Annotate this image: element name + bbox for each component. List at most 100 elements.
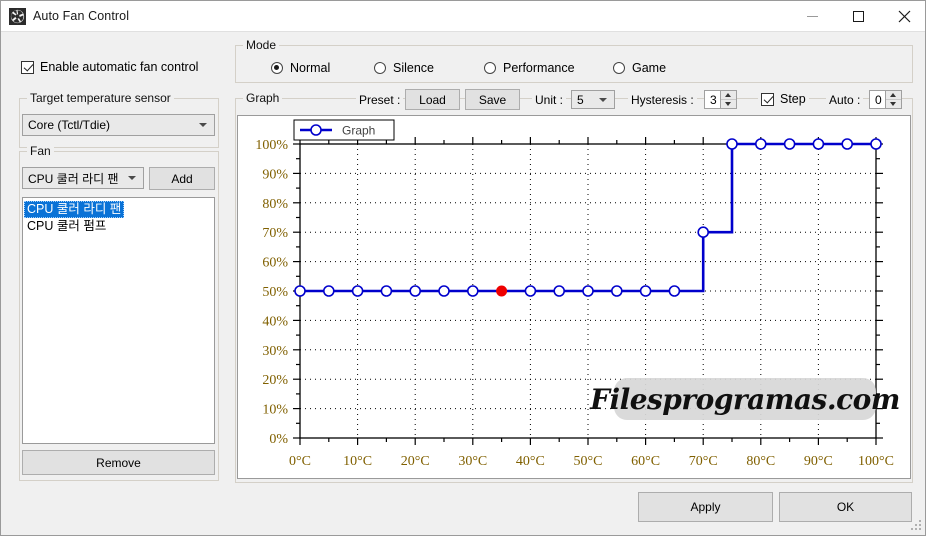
svg-text:10%: 10% bbox=[262, 403, 288, 418]
preset-label: Preset : bbox=[356, 93, 404, 107]
apply-label: Apply bbox=[690, 500, 721, 514]
svg-text:90°C: 90°C bbox=[804, 454, 833, 469]
svg-text:10°C: 10°C bbox=[343, 454, 372, 469]
fan-list[interactable]: CPU 쿨러 라디 팬 CPU 쿨러 펌프 bbox=[22, 197, 215, 444]
stepper-arrows[interactable] bbox=[720, 91, 736, 108]
chevron-up-icon bbox=[890, 93, 896, 97]
chevron-down-icon bbox=[199, 123, 207, 127]
preset-save-button[interactable]: Save bbox=[465, 89, 520, 110]
list-item[interactable]: CPU 쿨러 라디 팬 bbox=[24, 200, 214, 218]
fan-list-item-1: CPU 쿨러 펌프 bbox=[27, 219, 107, 233]
radio-circle bbox=[374, 62, 386, 74]
fan-group-label: Fan bbox=[27, 144, 54, 158]
resize-grip[interactable] bbox=[910, 520, 922, 532]
checkbox-box bbox=[21, 60, 34, 74]
radio-circle bbox=[271, 62, 283, 74]
svg-text:40%: 40% bbox=[262, 314, 288, 329]
radio-circle bbox=[613, 62, 625, 74]
stepper-down[interactable] bbox=[721, 100, 736, 108]
minimize-button[interactable] bbox=[789, 1, 835, 31]
graph-group-label: Graph bbox=[243, 91, 283, 105]
auto-fan-control-window: Auto Fan Control Enable automatic fan co… bbox=[0, 0, 926, 536]
hysteresis-value: 3 bbox=[710, 92, 717, 107]
svg-text:70°C: 70°C bbox=[689, 454, 718, 469]
hysteresis-label: Hysteresis : bbox=[628, 93, 697, 107]
mode-radio-silence[interactable]: Silence bbox=[374, 61, 434, 75]
mode-group-label: Mode bbox=[243, 38, 280, 52]
ok-button[interactable]: OK bbox=[779, 492, 912, 522]
svg-text:100°C: 100°C bbox=[858, 454, 894, 469]
list-item[interactable]: CPU 쿨러 펌프 bbox=[24, 218, 214, 235]
remove-fan-button[interactable]: Remove bbox=[22, 450, 215, 475]
mode-radio-game[interactable]: Game bbox=[613, 61, 666, 75]
svg-text:Graph: Graph bbox=[342, 124, 375, 138]
auto-label: Auto : bbox=[826, 93, 864, 107]
step-label: Step bbox=[780, 92, 806, 106]
fan-list-item-0: CPU 쿨러 라디 팬 bbox=[24, 201, 125, 218]
svg-text:20°C: 20°C bbox=[401, 454, 430, 469]
unit-select[interactable]: 5 bbox=[571, 90, 615, 109]
maximize-button[interactable] bbox=[835, 1, 881, 31]
auto-value: 0 bbox=[875, 92, 882, 107]
svg-text:90%: 90% bbox=[262, 167, 288, 182]
fan-select[interactable]: CPU 쿨러 라디 팬 bbox=[22, 167, 144, 189]
add-fan-button[interactable]: Add bbox=[149, 167, 215, 190]
svg-text:70%: 70% bbox=[262, 226, 288, 241]
svg-text:50°C: 50°C bbox=[574, 454, 603, 469]
mode-radio-normal[interactable]: Normal bbox=[271, 61, 330, 75]
fan-selected-value: CPU 쿨러 라디 팬 bbox=[28, 171, 119, 186]
enable-auto-fan-checkbox[interactable]: Enable automatic fan control bbox=[21, 60, 198, 74]
checkbox-box bbox=[761, 92, 774, 106]
step-checkbox[interactable]: Step bbox=[758, 92, 809, 106]
chevron-down-icon bbox=[725, 102, 731, 106]
preset-load-button[interactable]: Load bbox=[405, 89, 460, 110]
remove-fan-label: Remove bbox=[96, 455, 141, 470]
unit-value: 5 bbox=[577, 92, 584, 107]
stepper-arrows[interactable] bbox=[885, 91, 901, 108]
chevron-down-icon bbox=[599, 97, 607, 102]
mode-label-normal: Normal bbox=[290, 61, 331, 75]
mode-label-game: Game bbox=[632, 61, 667, 75]
preset-load-label: Load bbox=[419, 92, 446, 107]
title-bar: Auto Fan Control bbox=[1, 1, 925, 32]
mode-label-performance: Performance bbox=[503, 61, 575, 75]
mode-label-silence: Silence bbox=[393, 61, 434, 75]
mode-radio-performance[interactable]: Performance bbox=[484, 61, 575, 75]
svg-text:50%: 50% bbox=[262, 285, 288, 300]
add-fan-label: Add bbox=[171, 171, 193, 186]
minimize-icon bbox=[806, 15, 818, 17]
svg-text:0°C: 0°C bbox=[289, 454, 311, 469]
target-temperature-sensor-select[interactable]: Core (Tctl/Tdie) bbox=[22, 114, 215, 136]
hysteresis-stepper[interactable]: 3 bbox=[704, 90, 737, 109]
stepper-down[interactable] bbox=[886, 100, 901, 108]
sensor-selected-value: Core (Tctl/Tdie) bbox=[28, 118, 111, 132]
fan-icon bbox=[9, 8, 26, 25]
enable-auto-fan-label: Enable automatic fan control bbox=[40, 60, 199, 74]
chevron-up-icon bbox=[725, 93, 731, 97]
ok-label: OK bbox=[836, 500, 855, 514]
maximize-icon bbox=[852, 10, 864, 22]
target-temperature-sensor-label: Target temperature sensor bbox=[27, 91, 174, 105]
radio-circle bbox=[484, 62, 496, 74]
close-icon bbox=[898, 10, 910, 22]
unit-label: Unit : bbox=[532, 93, 567, 107]
svg-text:80%: 80% bbox=[262, 197, 288, 212]
svg-text:20%: 20% bbox=[262, 373, 288, 388]
stepper-up[interactable] bbox=[886, 91, 901, 100]
svg-text:80°C: 80°C bbox=[746, 454, 775, 469]
window-title: Auto Fan Control bbox=[33, 9, 130, 23]
svg-text:40°C: 40°C bbox=[516, 454, 545, 469]
svg-text:60°C: 60°C bbox=[631, 454, 660, 469]
stepper-up[interactable] bbox=[721, 91, 736, 100]
close-button[interactable] bbox=[881, 1, 926, 31]
svg-text:100%: 100% bbox=[255, 138, 288, 153]
apply-button[interactable]: Apply bbox=[638, 492, 773, 522]
preset-save-label: Save bbox=[478, 92, 507, 107]
fan-curve-plot[interactable]: 0% 10% 20% 30% 40% 50% 60% 70% 80% 90% 100% 0°C 10°C… bbox=[238, 116, 910, 478]
auto-stepper[interactable]: 0 bbox=[869, 90, 902, 109]
chevron-down-icon bbox=[128, 176, 136, 180]
fan-curve-chart[interactable]: 0% 10% 20% 30% 40% 50% 60% 70% 80% 90% 100% 0°C 10°C… bbox=[237, 115, 911, 479]
svg-text:30°C: 30°C bbox=[458, 454, 487, 469]
svg-text:0%: 0% bbox=[269, 432, 288, 447]
chevron-down-icon bbox=[890, 102, 896, 106]
